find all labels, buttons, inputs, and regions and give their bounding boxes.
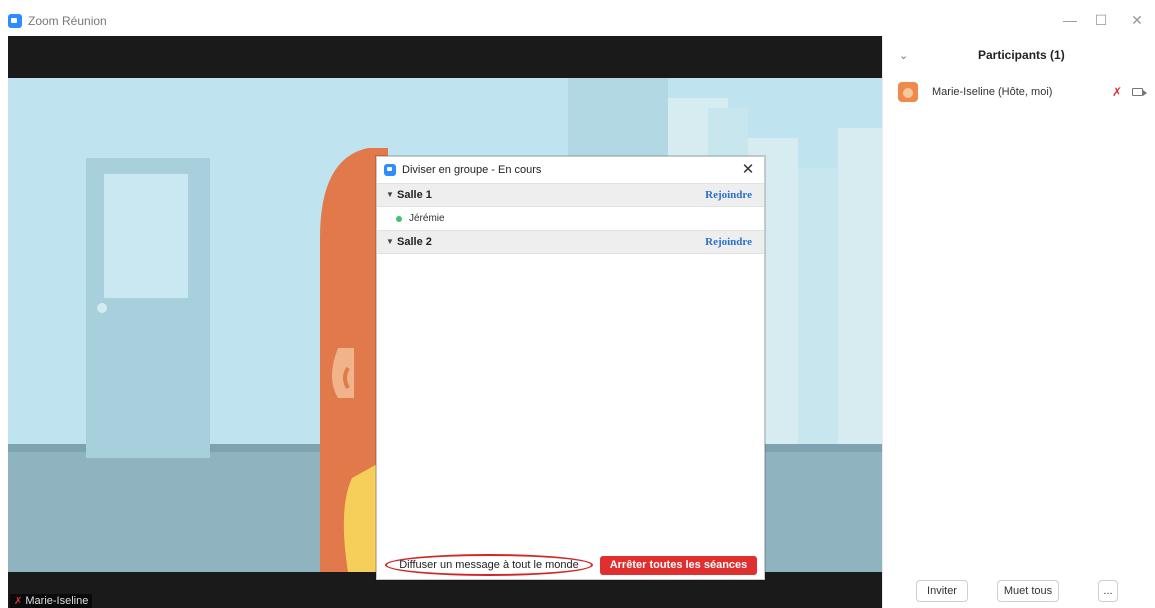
maximize-button[interactable]: ☐ [1086,8,1116,32]
participants-title: Participants (1) [978,48,1065,62]
participant-row[interactable]: Marie-Iseline (Hôte, moi) ✗ [883,80,1155,108]
more-options-button[interactable]: ... [1098,580,1118,602]
zoom-app-icon [384,164,396,176]
participant-name: Marie-Iseline (Hôte, moi) [932,86,1053,98]
mic-muted-icon: ✗ [14,596,23,607]
participants-panel: ⌄ Participants (1) Marie-Iseline (Hôte, … [882,36,1155,608]
invite-button[interactable]: Inviter [916,580,968,602]
mute-all-button[interactable]: Muet tous [997,580,1059,602]
room-member-row: Jérémie [377,208,764,230]
room-name: Salle 2 [397,236,432,248]
collapse-chevron-icon[interactable]: ⌄ [899,49,908,62]
zoom-window: Zoom Réunion — ☐ ✕ ✗ Marie-Iseline Divis… [0,0,1155,608]
mic-muted-icon[interactable]: ✗ [1112,85,1122,99]
dialog-title-bar: Diviser en groupe - En cours ✕ [377,157,764,183]
video-name-label: ✗ Marie-Iseline [10,594,93,608]
breakout-rooms-dialog: Diviser en groupe - En cours ✕ ▼ Salle 1… [376,156,765,580]
zoom-app-icon [8,14,22,28]
stop-all-sessions-button[interactable]: Arrêter toutes les séances [600,556,757,575]
member-name: Jérémie [409,213,445,224]
dialog-close-button[interactable]: ✕ [740,160,756,178]
title-bar: Zoom Réunion — ☐ ✕ [0,0,1155,36]
dialog-title: Diviser en groupe - En cours [402,164,542,176]
join-room-button[interactable]: Rejoindre [705,236,752,248]
broadcast-message-button[interactable]: Diffuser un message à tout le monde [385,554,593,576]
room-name: Salle 1 [397,189,432,201]
window-title: Zoom Réunion [28,14,107,28]
avatar [898,82,918,102]
join-room-button[interactable]: Rejoindre [705,189,752,201]
caret-down-icon[interactable]: ▼ [386,190,394,199]
video-participant-name: Marie-Iseline [25,595,89,607]
breakout-room-row[interactable]: ▼ Salle 1 Rejoindre [377,183,764,207]
minimize-button[interactable]: — [1055,8,1085,32]
status-dot-icon [396,216,402,222]
caret-down-icon[interactable]: ▼ [386,237,394,246]
breakout-room-row[interactable]: ▼ Salle 2 Rejoindre [377,230,764,254]
camera-icon[interactable] [1132,88,1147,96]
close-window-button[interactable]: ✕ [1122,8,1152,32]
